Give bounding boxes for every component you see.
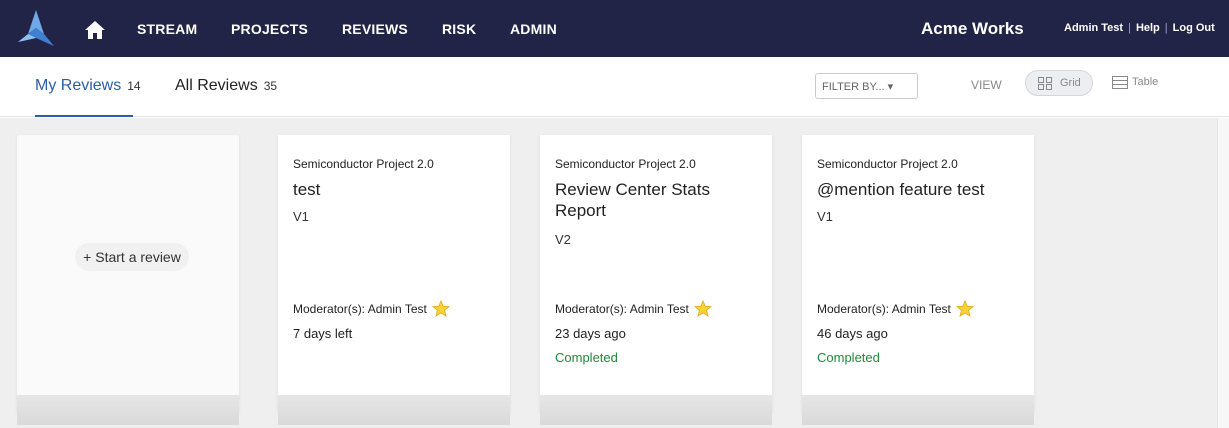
nav-admin[interactable]: ADMIN xyxy=(510,21,557,37)
card-footer xyxy=(540,395,772,425)
review-moderator: Moderator(s): Admin Test xyxy=(555,300,713,317)
review-card[interactable]: Semiconductor Project 2.0 @mention featu… xyxy=(802,135,1034,425)
nav-risk[interactable]: RISK xyxy=(442,21,476,37)
review-project: Semiconductor Project 2.0 xyxy=(293,157,434,171)
filter-dropdown[interactable]: FILTER BY... ▾ xyxy=(815,73,918,99)
tab-all-reviews-label: All Reviews xyxy=(175,77,258,94)
review-version: V1 xyxy=(817,209,833,224)
card-footer xyxy=(17,395,239,425)
reviews-grid: + Start a review Semiconductor Project 2… xyxy=(0,118,1229,428)
table-view-button[interactable]: Table xyxy=(1110,70,1175,96)
tab-my-reviews[interactable]: My Reviews 14 xyxy=(35,77,141,95)
help-link[interactable]: Help xyxy=(1136,22,1160,34)
review-time: 23 days ago xyxy=(555,326,626,341)
scrollbar[interactable] xyxy=(1217,118,1229,428)
top-navigation-bar: STREAM PROJECTS REVIEWS RISK ADMIN Acme … xyxy=(0,0,1229,57)
nav-reviews[interactable]: REVIEWS xyxy=(342,21,408,37)
home-icon[interactable] xyxy=(84,20,106,40)
tab-my-reviews-label: My Reviews xyxy=(35,77,122,94)
review-project: Semiconductor Project 2.0 xyxy=(555,157,696,171)
separator: | xyxy=(1164,22,1168,34)
review-version: V1 xyxy=(293,209,309,224)
card-footer xyxy=(802,395,1034,425)
reviews-toolbar: My Reviews 14 All Reviews 35 FILTER BY... … xyxy=(0,57,1229,117)
moderator-text: Moderator(s): Admin Test xyxy=(555,302,689,316)
start-review-button[interactable]: + Start a review xyxy=(75,243,189,271)
tab-my-reviews-count: 14 xyxy=(127,79,141,93)
star-icon xyxy=(956,300,975,317)
review-time: 46 days ago xyxy=(817,326,888,341)
grid-icon xyxy=(1038,77,1052,90)
moderator-text: Moderator(s): Admin Test xyxy=(293,302,427,316)
review-project: Semiconductor Project 2.0 xyxy=(817,157,958,171)
tab-all-reviews-count: 35 xyxy=(263,79,278,93)
separator: | xyxy=(1128,22,1131,34)
moderator-text: Moderator(s): Admin Test xyxy=(817,302,951,316)
review-title[interactable]: test xyxy=(293,179,493,200)
review-status: Completed xyxy=(817,350,880,365)
review-title[interactable]: @mention feature test xyxy=(817,179,1017,200)
logo-icon[interactable] xyxy=(14,8,58,50)
review-status: Completed xyxy=(555,350,618,365)
nav-projects[interactable]: PROJECTS xyxy=(231,21,308,37)
user-links: Admin Test | Help | Log Out xyxy=(1064,22,1215,34)
table-icon xyxy=(1112,76,1128,89)
nav-stream[interactable]: STREAM xyxy=(137,21,197,37)
start-review-card: + Start a review xyxy=(17,135,239,425)
tab-all-reviews[interactable]: All Reviews 35 xyxy=(175,77,277,95)
review-moderator: Moderator(s): Admin Test xyxy=(817,300,975,317)
review-time: 7 days left xyxy=(293,326,353,341)
star-icon xyxy=(694,300,713,317)
view-label: VIEW xyxy=(971,78,1002,92)
logout-link[interactable]: Log Out xyxy=(1173,22,1215,34)
grid-view-label: Grid xyxy=(1060,77,1081,89)
review-moderator: Moderator(s): Admin Test xyxy=(293,300,451,317)
card-footer xyxy=(278,395,510,425)
active-tab-indicator xyxy=(35,115,133,117)
review-card[interactable]: Semiconductor Project 2.0 test V1 Modera… xyxy=(278,135,510,425)
review-card[interactable]: Semiconductor Project 2.0 Review Center … xyxy=(540,135,772,425)
grid-view-button[interactable]: Grid xyxy=(1025,70,1093,96)
brand-name: Acme Works xyxy=(921,19,1024,38)
table-view-label: Table xyxy=(1132,76,1159,88)
star-icon xyxy=(432,300,451,317)
user-link[interactable]: Admin Test xyxy=(1064,22,1123,34)
review-version: V2 xyxy=(555,232,571,247)
review-title[interactable]: Review Center Stats Report xyxy=(555,179,735,221)
